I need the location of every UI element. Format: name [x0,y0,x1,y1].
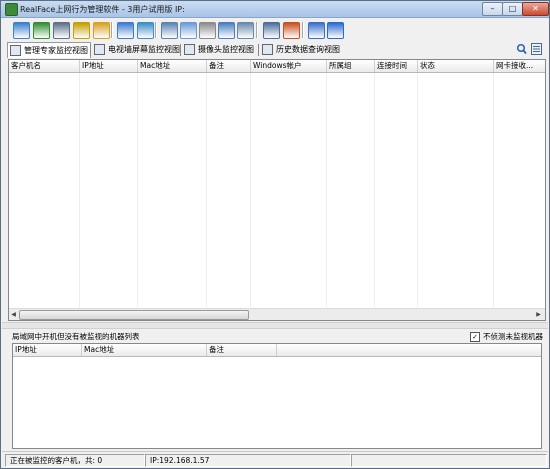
tab-label: 管理专家监控视图 [24,46,88,55]
windows-icon[interactable] [218,22,235,39]
flag-icon[interactable] [283,22,300,39]
history-icon [262,44,273,55]
client-list-header: 客户机名 IP地址 Mac地址 备注 Windows帐户 所属组 连接时间 状态… [9,60,545,73]
column-mac[interactable]: Mac地址 [82,344,207,356]
column-group[interactable]: 所属组 [327,60,375,72]
app-icon [5,3,18,16]
scrollbar-thumb[interactable] [19,310,249,320]
search-icon[interactable] [516,43,527,55]
grid-line [206,73,207,307]
title-bar: RealFace上网行为管理软件 - 3用户试用版 IP: – □ ✕ [1,1,549,18]
column-remark[interactable]: 备注 [207,60,251,72]
toolbar-separator [256,22,258,38]
tab-separator [90,44,91,56]
skip-unmonitored-checkbox[interactable]: ✓ [470,332,480,342]
tab-separator [258,44,259,56]
minimize-button[interactable]: – [482,2,503,16]
toolbar [2,18,548,42]
tab-tv-wall-view[interactable]: 电视墙屏幕监控视图 [92,42,182,57]
grid-line [326,73,327,307]
tab-manager-view[interactable]: 管理专家监控视图 [7,42,91,58]
scroll-left-icon[interactable]: ◀ [9,310,18,319]
toolbar-separator [155,22,157,38]
mail-icon[interactable] [73,22,90,39]
document-icon[interactable] [199,22,216,39]
column-client-name[interactable]: 客户机名 [9,60,80,72]
monitored-count: 正在被监控的客户机，共: 0 [5,454,145,467]
pen-icon[interactable] [117,22,134,39]
grid-line [250,73,251,307]
display-icon[interactable] [161,22,178,39]
grid-line [374,73,375,307]
client-list[interactable]: 客户机名 IP地址 Mac地址 备注 Windows帐户 所属组 连接时间 状态… [8,59,546,321]
tv-wall-icon [94,44,105,55]
maximize-button[interactable]: □ [502,2,523,16]
tab-separator [180,44,181,56]
monitor-screen-icon[interactable] [53,22,70,39]
calendar-icon[interactable] [308,22,325,39]
column-connect-time[interactable]: 连接时间 [375,60,418,72]
rotate-icon[interactable] [180,22,197,39]
skip-unmonitored-label[interactable]: 不侦测未监视机器 [483,331,543,342]
column-status[interactable]: 状态 [418,60,494,72]
multi-computer-icon[interactable] [13,22,30,39]
unmonitored-list-header: IP地址 Mac地址 备注 [13,344,541,357]
tab-label: 电视墙屏幕监控视图 [108,45,180,54]
toolbar-separator [111,22,113,38]
view-tabs: 管理专家监控视图 电视墙屏幕监控视图 摄像头监控视图 历史数据查询视图 [2,42,548,58]
list-view-icon[interactable] [531,43,542,55]
tab-history-view[interactable]: 历史数据查询视图 [260,42,340,57]
horizontal-scrollbar[interactable]: ◀ ▶ [9,308,545,320]
window-icon[interactable] [263,22,280,39]
main-window: RealFace上网行为管理软件 - 3用户试用版 IP: – □ ✕ 管理专家… [0,0,550,469]
column-ip[interactable]: IP地址 [13,344,82,356]
grid-line [79,73,80,307]
grid-line [137,73,138,307]
status-cell-empty [351,454,547,467]
window-title: RealFace上网行为管理软件 - 3用户试用版 IP: [20,5,185,14]
panel-splitter[interactable] [2,322,548,329]
column-nic-receive[interactable]: 网卡接收... [494,60,545,72]
status-bar: 正在被监控的客户机，共: 0 IP:192.168.1.57 [2,451,548,468]
unmonitored-panel-header: 局域网中开机但没有被监视的机器列表 ✓ 不侦测未监视机器 [8,330,544,342]
grid-line [417,73,418,307]
help-icon[interactable] [327,22,344,39]
column-remark[interactable]: 备注 [207,344,277,356]
close-button[interactable]: ✕ [522,2,549,16]
tab-label: 摄像头监控视图 [198,45,254,54]
tab-camera-view[interactable]: 摄像头监控视图 [182,42,258,57]
grid-line [493,73,494,307]
column-ip[interactable]: IP地址 [80,60,138,72]
pin-icon[interactable] [137,22,154,39]
toolbar-separator [302,22,304,38]
unmonitored-panel-title: 局域网中开机但没有被监视的机器列表 [12,332,140,341]
globe-icon[interactable] [33,22,50,39]
column-mac[interactable]: Mac地址 [138,60,207,72]
manager-view-icon [10,45,21,56]
camera-icon [184,44,195,55]
local-ip: IP:192.168.1.57 [145,454,351,467]
users-icon[interactable] [93,22,110,39]
column-windows-account[interactable]: Windows帐户 [251,60,327,72]
disk-icon[interactable] [237,22,254,39]
scroll-right-icon[interactable]: ▶ [534,310,543,319]
tab-label: 历史数据查询视图 [276,45,340,54]
unmonitored-list[interactable]: IP地址 Mac地址 备注 [12,343,542,449]
